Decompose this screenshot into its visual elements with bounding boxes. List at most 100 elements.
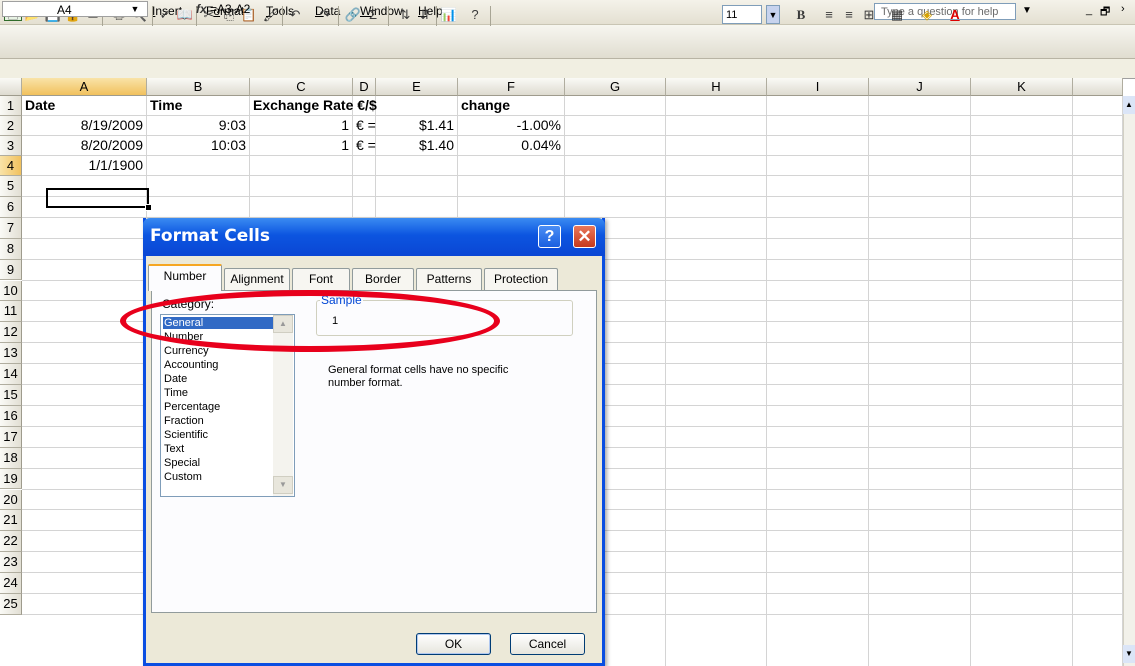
cell-e2[interactable]: $1.41 [379,117,454,134]
cancel-button[interactable]: Cancel [510,633,585,655]
font-size-input[interactable]: 11 [722,5,762,24]
row-header-19[interactable]: 19 [0,468,22,490]
row-header-2[interactable]: 2 [0,116,22,136]
help-icon[interactable]: ? [466,6,484,24]
row-header-3[interactable]: 3 [0,136,22,156]
chevron-down-icon[interactable]: ▼ [1022,5,1032,16]
cell-f3[interactable]: 0.04% [461,137,561,154]
column-header-i[interactable]: I [767,78,869,96]
dialog-help-button[interactable]: ? [538,225,561,248]
cell-f1[interactable]: change [461,97,510,114]
align-center-icon[interactable]: ≡ [840,6,858,24]
restore-icon[interactable]: 🗗 [1100,3,1110,22]
insert-function-icon[interactable]: fx [196,2,207,16]
category-item-time[interactable]: Time [164,387,188,399]
row-header-21[interactable]: 21 [0,510,22,532]
formula-input[interactable]: =A3-A2 [210,2,250,16]
minimize-icon[interactable]: _ [1086,4,1092,16]
cell-d3[interactable]: € = [356,137,376,154]
tab-protection[interactable]: Protection [484,268,558,290]
name-box[interactable]: A4 [2,1,148,17]
row-header-13[interactable]: 13 [0,343,22,365]
cell-c1[interactable]: Exchange Rate €/$ [253,97,377,114]
sort-ascending-icon[interactable]: ⇅ [396,6,414,24]
tab-border[interactable]: Border [352,268,414,290]
close-window-icon[interactable]: › [1121,3,1125,15]
row-header-25[interactable]: 25 [0,594,22,615]
column-header-c[interactable]: C [250,78,353,96]
column-header-e[interactable]: E [376,78,458,96]
autosum-icon[interactable]: Σ [364,6,382,24]
row-header-20[interactable]: 20 [0,489,22,511]
column-header-d[interactable]: D [353,78,376,96]
hyperlink-icon[interactable]: 🔗 [344,6,362,24]
vertical-scrollbar[interactable] [1123,96,1135,666]
column-header-b[interactable]: B [147,78,250,96]
cell-a3[interactable]: 8/20/2009 [25,137,143,154]
fill-handle[interactable] [145,204,152,211]
cell-a2[interactable]: 8/19/2009 [25,117,143,134]
row-header-4[interactable]: 4 [0,156,22,176]
scroll-down-icon[interactable]: ▼ [1123,645,1135,663]
category-item-scientific[interactable]: Scientific [164,429,208,441]
tab-font[interactable]: Font [292,268,350,290]
row-header-1[interactable]: 1 [0,96,22,116]
row-header-18[interactable]: 18 [0,447,22,469]
chevron-down-icon[interactable]: ▼ [128,1,142,17]
column-header-k[interactable]: K [971,78,1073,96]
row-header-24[interactable]: 24 [0,573,22,594]
cell-f2[interactable]: -1.00% [461,117,561,134]
tab-patterns[interactable]: Patterns [416,268,482,290]
cell-b2[interactable]: 9:03 [150,117,246,134]
category-item-fraction[interactable]: Fraction [164,415,204,427]
row-header-8[interactable]: 8 [0,238,22,260]
format-painter-icon[interactable]: 🖌 [262,6,280,24]
tab-number[interactable]: Number [148,264,222,291]
borders-icon[interactable]: ▦ [888,6,906,24]
cell-a4[interactable]: 1/1/1900 [25,157,144,174]
chart-wizard-icon[interactable]: 📊 [440,6,458,24]
cell-d2[interactable]: € = [356,117,376,134]
column-header-a[interactable]: A [22,78,147,96]
column-header-j[interactable]: J [869,78,971,96]
row-header-15[interactable]: 15 [0,385,22,406]
category-item-percentage[interactable]: Percentage [164,401,220,413]
row-header-22[interactable]: 22 [0,531,22,553]
cell-e3[interactable]: $1.40 [379,137,454,154]
category-item-text[interactable]: Text [164,443,184,455]
scroll-up-icon[interactable]: ▲ [1123,96,1135,114]
scroll-down-icon[interactable]: ▼ [273,476,293,494]
bold-button[interactable]: B [792,6,810,24]
fill-color-icon[interactable]: ◈ [918,6,936,24]
category-item-currency[interactable]: Currency [164,345,209,357]
row-header-6[interactable]: 6 [0,196,22,218]
cell-c2[interactable]: 1 [253,117,349,134]
ok-button[interactable]: OK [416,633,491,655]
active-cell-outline[interactable] [46,188,149,208]
row-header-9[interactable]: 9 [0,259,22,281]
column-header-f[interactable]: F [458,78,565,96]
cell-b1[interactable]: Time [150,97,182,114]
dialog-close-button[interactable]: ✕ [573,225,596,248]
row-header-17[interactable]: 17 [0,426,22,448]
row-header-12[interactable]: 12 [0,322,22,344]
row-header-10[interactable]: 10 [0,280,22,302]
row-header-5[interactable]: 5 [0,176,22,197]
tab-alignment[interactable]: Alignment [224,268,290,290]
font-color-icon[interactable]: A [946,6,964,24]
cell-b3[interactable]: 10:03 [150,137,246,154]
cell-a1[interactable]: Date [25,97,55,114]
sort-descending-icon[interactable]: ⇵ [416,6,434,24]
column-header-g[interactable]: G [565,78,666,96]
row-header-11[interactable]: 11 [0,301,22,323]
font-size-dropdown-icon[interactable]: ▼ [766,5,780,24]
row-header-14[interactable]: 14 [0,364,22,385]
research-icon[interactable]: 📖 [176,6,194,24]
redo-icon[interactable]: ↷ [316,6,334,24]
category-item-accounting[interactable]: Accounting [164,359,218,371]
cell-c3[interactable]: 1 [253,137,349,154]
column-header-h[interactable]: H [666,78,767,96]
spelling-icon[interactable]: ✓ [156,6,174,24]
row-header-16[interactable]: 16 [0,405,22,427]
category-item-date[interactable]: Date [164,373,187,385]
